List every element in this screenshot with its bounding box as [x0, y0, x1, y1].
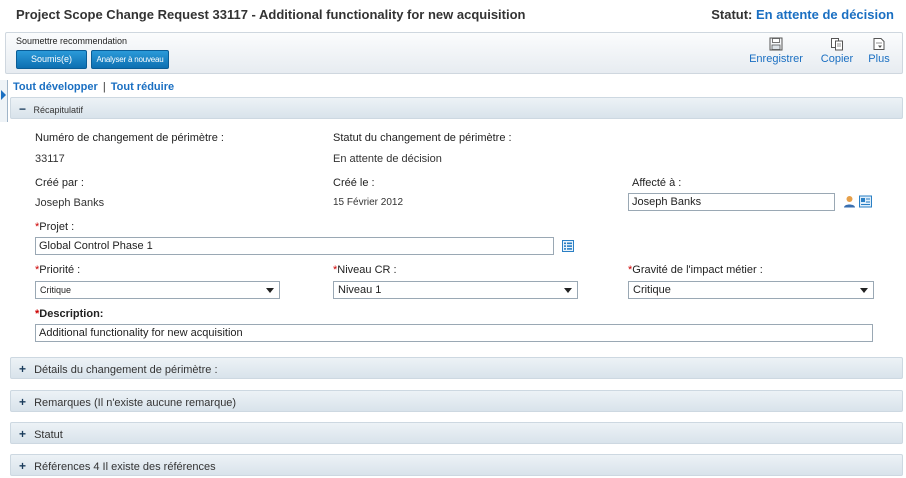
created-by-label: Créé par : — [35, 177, 84, 189]
chevron-down-icon — [266, 288, 274, 293]
copy-documents-icon — [831, 38, 843, 51]
title-bar: Project Scope Change Request 33117 - Add… — [0, 0, 906, 30]
priority-label-text: Priorité : — [39, 264, 81, 276]
change-number-label: Numéro de changement de périmètre : — [35, 132, 224, 144]
expand-arrow-icon — [1, 90, 6, 100]
reanalyse-button[interactable]: Analyser à nouveau — [91, 50, 169, 69]
status-label: Statut: — [711, 7, 753, 22]
save-action[interactable]: Enregistrer — [743, 37, 809, 65]
change-number-value: 33117 — [35, 153, 65, 165]
submit-button[interactable]: Soumis(e) — [16, 50, 87, 69]
collapse-all-link[interactable]: Tout réduire — [111, 81, 174, 93]
chevron-down-icon — [564, 288, 572, 293]
created-on-label: Créé le : — [333, 177, 375, 189]
expand-collapse-links: Tout développer | Tout réduire — [13, 81, 174, 93]
expand-all-link[interactable]: Tout développer — [13, 81, 98, 93]
impact-selected: Critique — [633, 284, 671, 296]
status-section: + Statut — [10, 422, 903, 444]
status-title: Statut — [34, 429, 63, 441]
references-header[interactable]: + Références 4 Il existe des références — [10, 454, 903, 476]
impact-label-text: Gravité de l'impact métier : — [632, 264, 763, 276]
address-book-icon[interactable] — [859, 195, 872, 208]
copy-label: Copier — [820, 53, 854, 65]
scope-details-title: Détails du changement de périmètre : — [34, 364, 218, 376]
status-header[interactable]: + Statut — [10, 422, 903, 444]
created-on-value: 15 Février 2012 — [333, 197, 404, 208]
summary-title: Récapitulatif — [33, 105, 84, 115]
priority-label: *Priorité : — [35, 264, 80, 276]
project-field[interactable] — [35, 237, 554, 255]
list-icon[interactable] — [562, 240, 574, 252]
change-status-label: Statut du changement de périmètre : — [333, 132, 512, 144]
status-value[interactable]: En attente de décision — [756, 7, 894, 22]
floppy-disk-icon — [769, 37, 783, 51]
expand-icon: + — [19, 362, 27, 376]
cr-level-label: *Niveau CR : — [333, 264, 397, 276]
cr-level-label-text: Niveau CR : — [337, 264, 397, 276]
description-field[interactable] — [35, 324, 873, 342]
link-separator: | — [102, 81, 106, 93]
remarks-section: + Remarques (Il n'existe aucune remarque… — [10, 390, 903, 412]
cr-level-select[interactable]: Niveau 1 — [333, 281, 578, 299]
expand-icon: + — [19, 395, 27, 409]
scope-details-header[interactable]: + Détails du changement de périmètre : — [10, 357, 903, 379]
side-panel-handle[interactable] — [0, 80, 8, 122]
priority-select[interactable]: Critique — [35, 281, 280, 299]
copy-action[interactable]: Copier — [817, 37, 857, 65]
more-action[interactable]: Plus — [864, 37, 894, 65]
impact-label: *Gravité de l'impact métier : — [628, 264, 763, 276]
user-icon[interactable] — [843, 195, 856, 208]
project-label-text: Projet : — [39, 221, 75, 233]
more-label: Plus — [868, 53, 890, 65]
chevron-down-icon — [860, 288, 868, 293]
references-title: Références 4 Il existe des références — [34, 461, 216, 473]
project-label: *Projet : — [35, 221, 74, 233]
toolbar-caption: Soumettre recommendation — [16, 36, 128, 46]
remarks-title: Remarques (Il n'existe aucune remarque) — [34, 397, 237, 409]
assigned-to-label: Affecté à : — [632, 177, 682, 189]
action-toolbar: Soumettre recommendation Soumis(e) Analy… — [5, 32, 903, 74]
priority-selected: Critique — [40, 285, 72, 295]
more-document-icon — [873, 38, 885, 50]
request-status: Statut: En attente de décision — [711, 7, 894, 22]
assigned-to-field[interactable] — [628, 193, 835, 211]
created-by-value: Joseph Banks — [35, 197, 105, 209]
references-section: + Références 4 Il existe des références — [10, 454, 903, 476]
save-label: Enregistrer — [749, 53, 803, 65]
change-status-value: En attente de décision — [333, 153, 442, 165]
description-label: *Description: — [35, 308, 103, 320]
collapse-icon: − — [19, 102, 27, 116]
summary-section: − Récapitulatif Numéro de changement de … — [10, 97, 903, 351]
expand-icon: + — [19, 459, 27, 473]
description-label-text: Description: — [39, 308, 104, 320]
cr-level-selected: Niveau 1 — [338, 284, 382, 296]
summary-header[interactable]: − Récapitulatif — [10, 97, 903, 119]
remarks-header[interactable]: + Remarques (Il n'existe aucune remarque… — [10, 390, 903, 412]
page-title: Project Scope Change Request 33117 - Add… — [16, 7, 526, 22]
expand-icon: + — [19, 427, 27, 441]
scope-details-section: + Détails du changement de périmètre : — [10, 357, 903, 379]
impact-select[interactable]: Critique — [628, 281, 874, 299]
toolbar-actions: Enregistrer Copier Plus — [743, 37, 898, 71]
